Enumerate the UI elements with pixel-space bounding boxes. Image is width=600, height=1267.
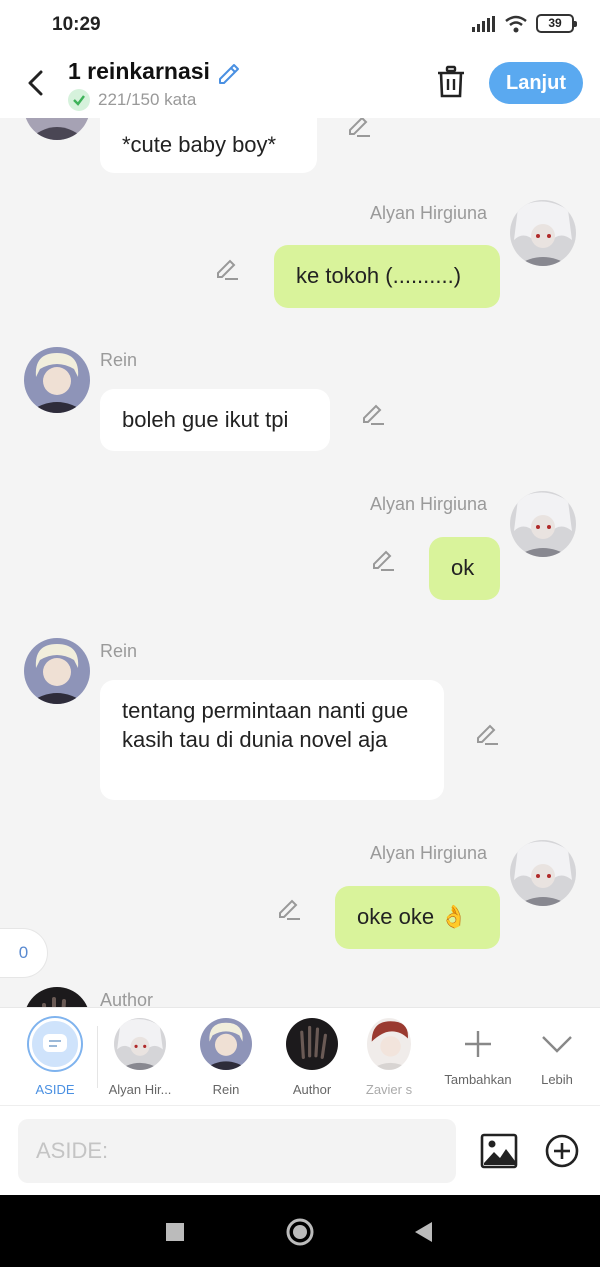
message-bubble[interactable]: boleh gue ikut tpi: [100, 389, 330, 451]
character-label: Tambahkan: [444, 1072, 512, 1087]
character-label: Lebih: [541, 1072, 573, 1087]
message-bubble[interactable]: tentang permintaan nanti gue kasih tau d…: [100, 680, 444, 800]
avatar[interactable]: [510, 840, 576, 906]
message-bubble[interactable]: *cute baby boy*: [100, 118, 317, 173]
page-title: 1 reinkarnasi: [68, 58, 210, 84]
character-label: Rein: [212, 1082, 240, 1097]
character-bar: ASIDE Alyan Hir... Rein Author Zavier s …: [0, 1007, 600, 1105]
battery-level: 39: [548, 16, 562, 30]
aside-icon: [29, 1018, 81, 1070]
back-nav-button[interactable]: [408, 1217, 438, 1247]
header: 1 reinkarnasi 221/150 kata Lanjut: [0, 50, 600, 118]
add-circle-icon[interactable]: [544, 1133, 580, 1169]
battery-icon: 39: [536, 14, 577, 33]
character-label: ASIDE: [35, 1082, 75, 1097]
plus-icon: [452, 1018, 504, 1070]
trash-icon[interactable]: [435, 64, 467, 100]
avatar: [114, 1018, 166, 1070]
next-button[interactable]: Lanjut: [489, 62, 583, 104]
counter-badge[interactable]: 0: [0, 928, 48, 978]
sender-name: Rein: [100, 350, 138, 370]
avatar[interactable]: [510, 200, 576, 266]
pencil-icon[interactable]: [216, 59, 242, 85]
character-label: Author: [292, 1082, 332, 1097]
add-character-button[interactable]: Tambahkan: [436, 1018, 520, 1087]
back-button[interactable]: [20, 66, 50, 100]
image-icon[interactable]: [480, 1133, 518, 1169]
edit-message-icon[interactable]: [474, 720, 500, 746]
edit-message-icon[interactable]: [360, 400, 386, 426]
avatar: [200, 1018, 252, 1070]
check-icon: [68, 89, 90, 111]
edit-message-icon[interactable]: [346, 118, 372, 138]
signal-icon: [472, 15, 495, 32]
home-button[interactable]: [285, 1217, 315, 1247]
edit-message-icon[interactable]: [214, 255, 240, 281]
input-area: [0, 1105, 600, 1195]
system-nav-bar: [0, 1195, 600, 1267]
character-alyan[interactable]: Alyan Hir...: [98, 1018, 182, 1097]
character-rein[interactable]: Rein: [184, 1018, 268, 1097]
wifi-icon: [505, 15, 527, 32]
edit-message-icon[interactable]: [276, 895, 302, 921]
avatar[interactable]: [24, 987, 90, 1007]
sender-name: Alyan Hirgiuna: [370, 494, 488, 514]
title-area: 1 reinkarnasi 221/150 kata: [68, 58, 242, 111]
message-bubble[interactable]: ok: [429, 537, 500, 600]
sender-name: Author: [100, 990, 154, 1007]
avatar[interactable]: [510, 491, 576, 557]
more-button[interactable]: Lebih: [515, 1018, 599, 1087]
message-bubble[interactable]: oke oke 👌: [335, 886, 500, 949]
message-input[interactable]: [18, 1119, 456, 1183]
avatar: [367, 1018, 411, 1070]
status-icons: 39: [472, 14, 577, 33]
character-author[interactable]: Author: [270, 1018, 354, 1097]
sender-name: Rein: [100, 641, 138, 661]
message-bubble[interactable]: ke tokoh (..........): [274, 245, 500, 308]
edit-message-icon[interactable]: [370, 546, 396, 572]
chevron-left-icon: [28, 70, 43, 96]
avatar[interactable]: [24, 638, 90, 704]
avatar[interactable]: [24, 118, 90, 140]
status-bar: 10:29 39: [0, 0, 600, 50]
sender-name: Alyan Hirgiuna: [370, 203, 488, 223]
avatar: [286, 1018, 338, 1070]
word-count: 221/150 kata: [98, 90, 197, 109]
character-label: Alyan Hir...: [108, 1082, 172, 1097]
avatar[interactable]: [24, 347, 90, 413]
chevron-down-icon: [531, 1018, 583, 1070]
character-label: Zavier s: [365, 1082, 413, 1097]
chat-area[interactable]: *cute baby boy* Alyan Hirgiuna ke tokoh …: [0, 118, 600, 1007]
status-time: 10:29: [52, 14, 101, 35]
character-zavier[interactable]: Zavier s: [354, 1018, 424, 1097]
character-aside[interactable]: ASIDE: [13, 1018, 97, 1097]
recent-apps-button[interactable]: [160, 1217, 190, 1247]
sender-name: Alyan Hirgiuna: [370, 843, 488, 863]
